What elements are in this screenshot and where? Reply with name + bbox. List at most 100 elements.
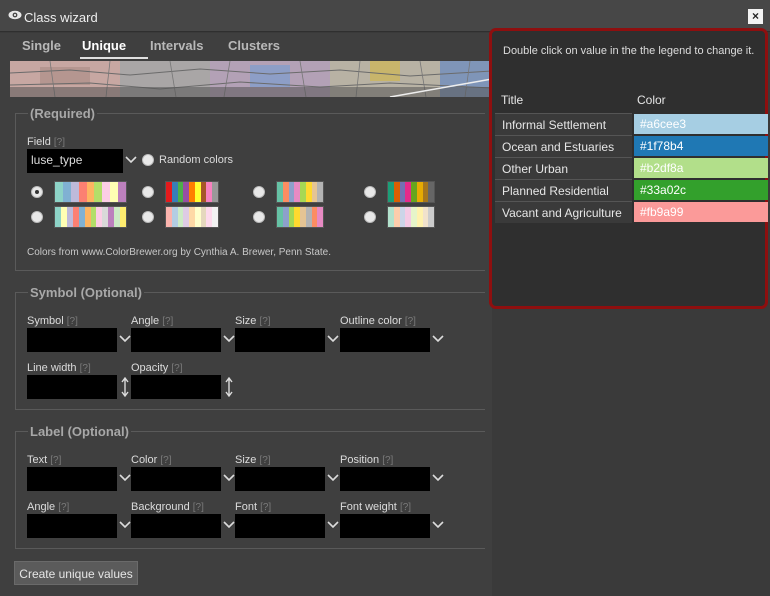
- palette-swatch: [120, 207, 127, 227]
- color-select[interactable]: [131, 467, 221, 491]
- random-colors-radio[interactable]: [142, 154, 154, 166]
- label-size-label: Size [?]: [235, 454, 271, 466]
- label-legend: Label (Optional): [28, 424, 131, 439]
- legend-row: Informal Settlement #a6cee3: [495, 113, 768, 135]
- palette-radio-7[interactable]: [253, 211, 265, 223]
- opacity-label: Opacity [?]: [131, 362, 183, 374]
- field-select[interactable]: luse_type: [27, 149, 123, 173]
- symbol-section: Symbol (Optional) Symbol [?] Angle [?] S…: [15, 285, 485, 410]
- chevron-down-icon[interactable]: [432, 335, 444, 343]
- legend-row-color[interactable]: #1f78b4: [634, 136, 768, 156]
- palette-ramp-5[interactable]: [54, 206, 127, 228]
- palette-swatch: [55, 182, 63, 202]
- chevron-down-icon[interactable]: [327, 521, 339, 529]
- palette-radio-1[interactable]: [31, 186, 43, 198]
- palette-ramp-1[interactable]: [54, 181, 127, 203]
- tab-single[interactable]: Single: [22, 38, 61, 53]
- palette-radio-6[interactable]: [142, 211, 154, 223]
- palette-swatch: [317, 207, 323, 227]
- palette-radio-8[interactable]: [364, 211, 376, 223]
- palette-swatch: [212, 182, 219, 202]
- chevron-down-icon[interactable]: [223, 335, 235, 343]
- legend-row-title[interactable]: Informal Settlement: [495, 113, 632, 135]
- label-size-select[interactable]: [235, 467, 325, 491]
- palette-ramp-2[interactable]: [165, 181, 219, 203]
- legend-row-color[interactable]: #b2df8a: [634, 158, 768, 178]
- label-section: Label (Optional) Text [?] Color [?] Size…: [15, 424, 485, 549]
- position-label: Position [?]: [340, 454, 394, 466]
- chevron-down-icon[interactable]: [119, 521, 131, 529]
- legend-row-color[interactable]: #fb9a99: [634, 202, 768, 222]
- create-unique-values-button[interactable]: Create unique values: [14, 561, 138, 585]
- angle-label: Angle [?]: [131, 315, 174, 327]
- palette-swatch: [428, 182, 434, 202]
- palette-swatch: [428, 207, 434, 227]
- field-help[interactable]: [?]: [54, 137, 65, 148]
- legend-row-title[interactable]: Planned Residential: [495, 179, 632, 201]
- wizard-panel: Single Unique Intervals Clusters (Requir…: [0, 33, 492, 596]
- stepper-icon[interactable]: [225, 377, 233, 397]
- line-width-label: Line width [?]: [27, 362, 91, 374]
- palette-ramp-3[interactable]: [276, 181, 324, 203]
- legend-row-title[interactable]: Ocean and Estuaries: [495, 135, 632, 157]
- palette-radio-4[interactable]: [364, 186, 376, 198]
- palette-swatch: [86, 182, 95, 202]
- legend-row-title[interactable]: Other Urban: [495, 157, 632, 179]
- required-section: (Required) Field [?] luse_type Random co…: [15, 106, 485, 271]
- colorbrewer-credit: Colors from www.ColorBrewer.org by Cynth…: [27, 247, 332, 258]
- field-label: Field [?]: [27, 136, 66, 148]
- palette-swatch: [118, 182, 127, 202]
- legend-row-color[interactable]: #a6cee3: [634, 114, 768, 134]
- chevron-down-icon[interactable]: [432, 474, 444, 482]
- chevron-down-icon[interactable]: [223, 521, 235, 529]
- palette-ramp-4[interactable]: [387, 181, 435, 203]
- chevron-down-icon[interactable]: [432, 521, 444, 529]
- outline-color-select[interactable]: [340, 328, 430, 352]
- chevron-down-icon[interactable]: [119, 474, 131, 482]
- palette-radio-2[interactable]: [142, 186, 154, 198]
- legend-row: Other Urban #b2df8a: [495, 157, 768, 179]
- palette-ramp-8[interactable]: [387, 206, 435, 228]
- position-select[interactable]: [340, 467, 430, 491]
- tab-intervals[interactable]: Intervals: [150, 38, 203, 53]
- chevron-down-icon[interactable]: [125, 156, 137, 164]
- legend-row: Vacant and Agriculture #fb9a99: [495, 201, 768, 223]
- chevron-down-icon[interactable]: [119, 335, 131, 343]
- line-width-input[interactable]: [27, 375, 117, 399]
- chevron-down-icon[interactable]: [327, 474, 339, 482]
- close-button[interactable]: ×: [748, 9, 763, 24]
- opacity-input[interactable]: [131, 375, 221, 399]
- symbol-legend: Symbol (Optional): [28, 285, 144, 300]
- chevron-down-icon[interactable]: [223, 474, 235, 482]
- tab-unique[interactable]: Unique: [82, 38, 126, 53]
- palette-swatch: [102, 182, 111, 202]
- legend-row-color[interactable]: #33a02c: [634, 180, 768, 200]
- palette-ramp-6[interactable]: [165, 206, 219, 228]
- window-title: Class wizard: [24, 10, 98, 25]
- angle-select[interactable]: [131, 328, 221, 352]
- symbol-select[interactable]: [27, 328, 117, 352]
- stepper-icon[interactable]: [121, 377, 129, 397]
- size-select[interactable]: [235, 328, 325, 352]
- symbol-label: Symbol [?]: [27, 315, 78, 327]
- label-angle-select[interactable]: [27, 514, 117, 538]
- background-select[interactable]: [131, 514, 221, 538]
- column-header-title: Title: [501, 93, 524, 107]
- required-legend: (Required): [28, 106, 97, 121]
- background-label: Background [?]: [131, 501, 204, 513]
- text-select[interactable]: [27, 467, 117, 491]
- palette-ramp-7[interactable]: [276, 206, 324, 228]
- legend-row-title[interactable]: Vacant and Agriculture: [495, 201, 632, 223]
- chevron-down-icon[interactable]: [327, 335, 339, 343]
- active-tab-indicator: [80, 57, 148, 59]
- font-weight-select[interactable]: [340, 514, 430, 538]
- palette-radio-5[interactable]: [31, 211, 43, 223]
- font-select[interactable]: [235, 514, 325, 538]
- outline-color-label: Outline color [?]: [340, 315, 416, 327]
- size-label: Size [?]: [235, 315, 271, 327]
- tab-bar: Single Unique Intervals Clusters: [10, 33, 492, 61]
- palette-swatch: [110, 182, 119, 202]
- palette-radio-3[interactable]: [253, 186, 265, 198]
- font-weight-label: Font weight [?]: [340, 501, 412, 513]
- tab-clusters[interactable]: Clusters: [228, 38, 280, 53]
